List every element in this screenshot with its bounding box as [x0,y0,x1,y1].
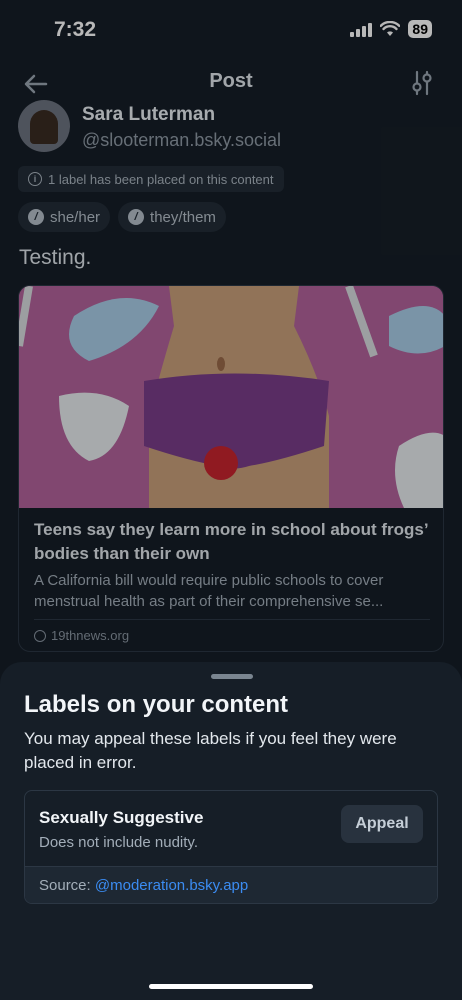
appeal-button[interactable]: Appeal [341,805,423,843]
label-source-link[interactable]: @moderation.bsky.app [95,877,248,894]
sheet-subtitle: You may appeal these labels if you feel … [24,729,397,772]
label-card: Sexually Suggestive Does not include nud… [24,790,438,904]
sheet-drag-handle[interactable] [211,674,253,679]
label-source-prefix: Source: [39,877,95,894]
label-description: Does not include nudity. [39,834,198,851]
labels-bottom-sheet: Labels on your content You may appeal th… [0,662,462,1000]
home-indicator[interactable] [149,984,313,989]
label-name: Sexually Suggestive [39,808,204,827]
label-source: Source: @moderation.bsky.app [25,866,437,903]
sheet-title: Labels on your content [24,691,289,718]
